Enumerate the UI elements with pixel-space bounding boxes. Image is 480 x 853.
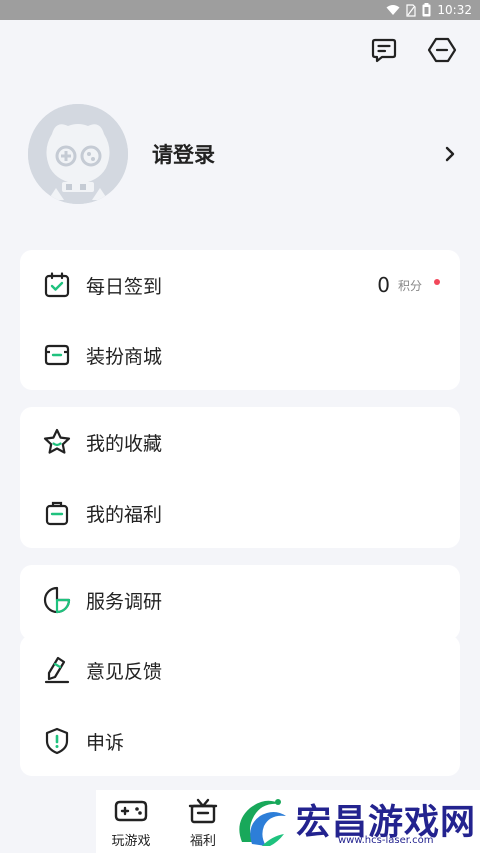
points-value: 0 xyxy=(377,273,390,297)
wifi-icon xyxy=(386,4,400,16)
points-unit: 积分 xyxy=(397,278,422,293)
notification-dot xyxy=(434,279,440,285)
gift-icon xyxy=(186,796,220,828)
menu-item-appeal-label: 申诉 xyxy=(86,731,125,754)
chevron-right-icon[interactable] xyxy=(440,144,460,164)
status-time: 10:32 xyxy=(437,3,472,17)
menu-item-welfare-label: 我的福利 xyxy=(86,503,163,526)
menu-item-favorites-label: 我的收藏 xyxy=(86,432,163,455)
nav-item-play-games-label: 玩游戏 xyxy=(111,834,151,849)
message-icon[interactable] xyxy=(368,34,400,66)
card-points: 每日签到 0 积分 装扮商城 xyxy=(20,250,460,390)
menu-item-appeal[interactable]: 申诉 xyxy=(20,706,460,776)
gift-bag-icon xyxy=(42,498,72,528)
avatar[interactable] xyxy=(28,104,128,204)
settings-icon[interactable] xyxy=(426,34,458,66)
shield-icon xyxy=(42,726,72,756)
menu-item-favorites[interactable]: 我的收藏 xyxy=(20,407,460,477)
calendar-check-icon xyxy=(42,270,72,300)
gamepad-icon xyxy=(114,796,148,828)
watermark: 宏昌游戏网 www.hcs-laser.com xyxy=(230,790,480,853)
nav-item-welfare-label: 福利 xyxy=(189,834,216,849)
profile-header[interactable]: 请登录 xyxy=(28,104,460,204)
watermark-url: www.hcs-laser.com xyxy=(338,835,434,846)
no-sim-icon xyxy=(406,3,417,17)
menu-item-feedback[interactable]: 意见反馈 xyxy=(20,635,460,705)
menu-item-welfare[interactable]: 我的福利 xyxy=(20,478,460,548)
card-collection: 我的收藏 我的福利 xyxy=(20,407,460,548)
survey-icon xyxy=(42,585,72,615)
star-icon xyxy=(42,427,72,457)
menu-item-feedback-label: 意见反馈 xyxy=(86,660,163,683)
status-bar: 10:32 xyxy=(0,0,480,20)
watermark-logo-icon xyxy=(232,792,294,853)
nav-item-welfare[interactable]: 福利 xyxy=(168,796,238,849)
login-prompt[interactable]: 请登录 xyxy=(152,139,215,169)
menu-item-dress-shop-label: 装扮商城 xyxy=(86,345,163,368)
pen-icon xyxy=(42,655,72,685)
shop-icon xyxy=(42,340,72,370)
points-display: 0 积分 xyxy=(377,273,440,297)
card-support: 意见反馈 申诉 xyxy=(20,635,460,776)
menu-item-survey[interactable]: 服务调研 xyxy=(20,565,460,635)
menu-item-dress-shop[interactable]: 装扮商城 xyxy=(20,320,460,390)
menu-item-checkin-label: 每日签到 xyxy=(86,275,163,298)
card-survey: 服务调研 xyxy=(20,565,460,640)
top-actions xyxy=(368,34,458,66)
menu-item-survey-label: 服务调研 xyxy=(86,590,163,613)
nav-item-play-games[interactable]: 玩游戏 xyxy=(96,796,166,849)
battery-icon xyxy=(422,3,431,17)
menu-item-checkin[interactable]: 每日签到 0 积分 xyxy=(20,250,460,320)
